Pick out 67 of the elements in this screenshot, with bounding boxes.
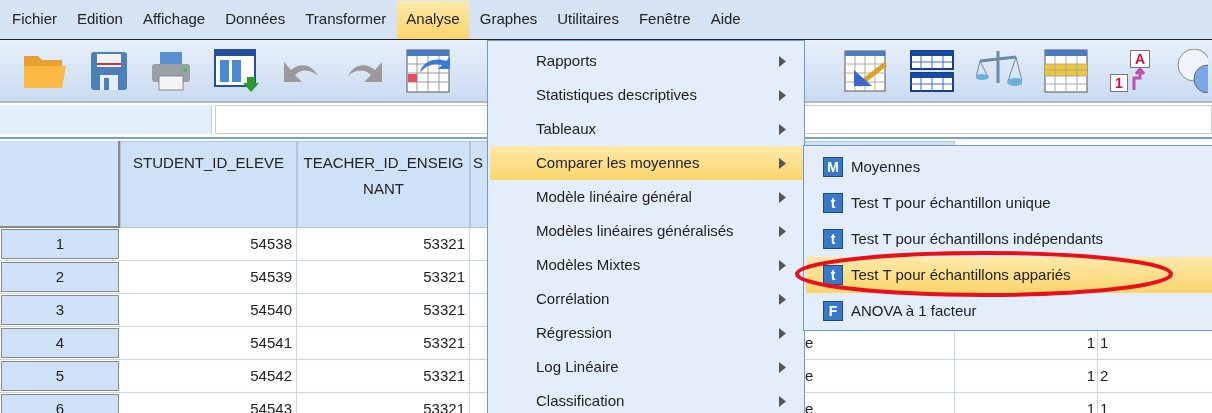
tables-icon[interactable] (910, 49, 954, 92)
table-cell: 53321 (297, 294, 470, 326)
table-cell-text: 1 (1086, 398, 1095, 413)
cell-name-field[interactable] (0, 105, 212, 134)
menu-item[interactable]: Modèles Mixtes (490, 248, 804, 282)
menu-item[interactable]: Modèles linéaires généralisés (490, 214, 804, 248)
table-cell: 53321 (297, 327, 470, 359)
table-cell-text: 1 (1086, 365, 1095, 386)
menu-item[interactable]: Utilitaires (548, 0, 628, 39)
row-number[interactable]: 3 (1, 295, 119, 325)
menu-item[interactable]: F ANOVA à 1 facteur (806, 293, 1212, 329)
menu-item[interactable]: Log Linéaire (490, 350, 804, 384)
table-cell-text: e (805, 398, 814, 413)
menu-item[interactable]: t Test T pour échantillons indépendants (806, 221, 1212, 257)
table-cell: 53321 (297, 261, 470, 293)
menu-item[interactable]: Transformer (296, 0, 396, 39)
menu-item[interactable]: t Test T pour échantillons appariés (806, 257, 1212, 293)
table-cell: 54538 (120, 228, 297, 260)
table-cell: 54542 (120, 360, 297, 392)
procedure-icon: F (823, 301, 843, 321)
table-highlight-icon[interactable] (1044, 48, 1088, 93)
menu-item[interactable]: Corrélation (490, 282, 804, 316)
column-header[interactable]: TEACHER_ID_ENSEIGNANT (297, 141, 470, 228)
table-cell-text: 2 (1100, 365, 1109, 386)
menu-item[interactable]: Tableaux (490, 112, 804, 146)
table-cell-text: 1 (1100, 398, 1109, 413)
column-header[interactable]: STUDENT_ID_ELEVE (120, 141, 297, 228)
menu-item[interactable]: Statistiques descriptives (490, 78, 804, 112)
menu-item[interactable]: Rapports (490, 44, 804, 78)
procedure-icon: M (823, 157, 843, 177)
menu-item[interactable]: M Moyennes (806, 149, 1212, 185)
row-number[interactable]: 4 (1, 328, 119, 358)
menu-item[interactable]: Classification (490, 384, 804, 413)
menu-item[interactable]: t Test T pour échantillon unique (806, 185, 1212, 221)
table-cell-text: 1 (1100, 332, 1109, 353)
menu-item[interactable]: Edition (68, 0, 132, 39)
table-cell: 53321 (297, 360, 470, 392)
table-cell-text: 1 (1086, 332, 1095, 353)
table-cell: 54539 (120, 261, 297, 293)
menu-item[interactable]: Données (216, 0, 295, 39)
table-cell: 54540 (120, 294, 297, 326)
procedure-icon: t (823, 193, 843, 213)
table-cell-text: e (805, 365, 814, 386)
table-cell: 54541 (120, 327, 297, 359)
menu-item[interactable]: Graphes (470, 0, 547, 39)
go-to-case-icon[interactable] (406, 48, 452, 93)
menu-item[interactable]: Modèle linéaire général (490, 180, 804, 214)
row-number[interactable]: 5 (1, 361, 119, 391)
table-cell: 53321 (297, 228, 470, 260)
menu-item[interactable]: Comparer les moyennes (490, 146, 804, 180)
row-number[interactable]: 6 (1, 394, 119, 413)
menu-item[interactable]: Affichage (133, 0, 215, 39)
menu-item[interactable]: Fichier (3, 0, 66, 39)
dialog-recall-icon[interactable] (214, 48, 260, 93)
menu-item[interactable]: Régression (490, 316, 804, 350)
table-cell-text: e (805, 332, 814, 353)
variable-edit-icon[interactable] (844, 49, 888, 92)
menu-item[interactable]: Fenêtre (629, 0, 700, 39)
menu-item[interactable]: Analyse (397, 0, 469, 39)
procedure-icon: t (823, 265, 843, 285)
menu-item[interactable]: Aide (701, 0, 750, 39)
row-number[interactable]: 2 (1, 262, 119, 292)
row-number[interactable]: 1 (1, 229, 119, 259)
venn-icon[interactable] (1176, 48, 1208, 93)
save-icon[interactable] (90, 50, 128, 91)
procedure-icon: t (823, 229, 843, 249)
printer-icon[interactable] (150, 49, 192, 92)
